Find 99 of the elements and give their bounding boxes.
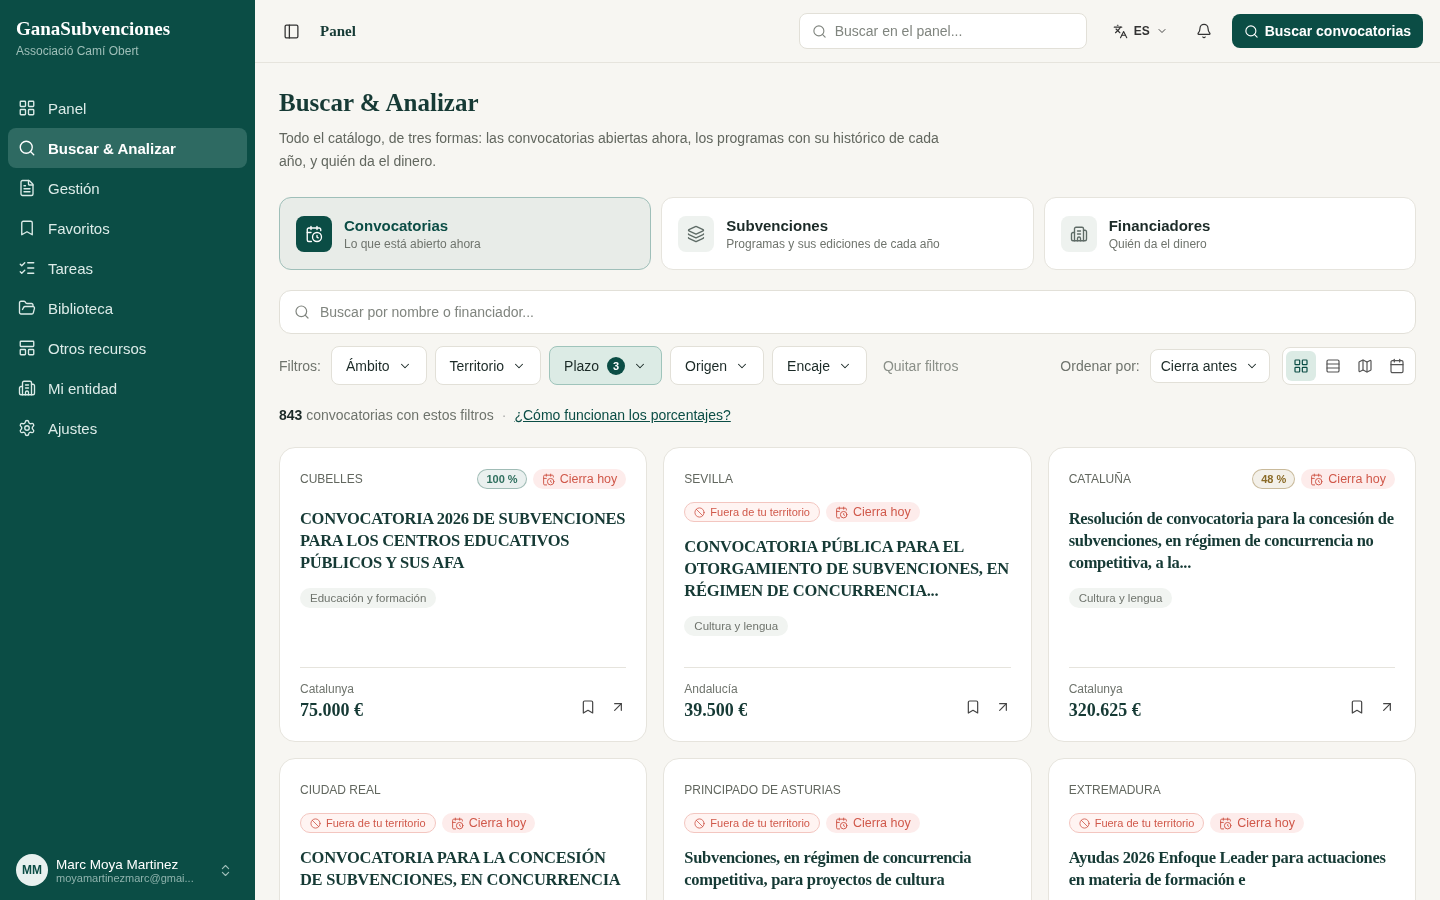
bell-icon bbox=[1195, 23, 1212, 39]
calendar-icon bbox=[1389, 357, 1405, 374]
match-score-badge: 48 % bbox=[1252, 469, 1296, 489]
grant-card[interactable]: CATALUÑA 48 % Cierra hoy Resolución de convocatoria para la concesión de subvenciones, en régimen de concurrencia no competitiva, a la... Cultura y lengua Catalunya 320.625 € bbox=[1047, 447, 1416, 742]
card-title: CONVOCATORIA PÚBLICA PARA EL OTORGAMIENTO DE SUBVENCIONES, EN RÉGIMEN DE CONCURRENCIA... bbox=[684, 536, 1010, 602]
separator-dot: · bbox=[501, 407, 507, 423]
brand-name: GanaSubvenciones bbox=[15, 18, 172, 40]
category-tag: Cultura y lengua bbox=[684, 616, 789, 636]
document-icon bbox=[18, 179, 36, 197]
grant-card[interactable]: SEVILLA Fuera de tu territorio Cierra hoy CONVOCATORIA PÚBLICA PARA EL OTORGAMIENTO DE SUBVENCIONES, EN RÉGIMEN DE CONCURRENCIA... Cultura y lengua Andalucía 39.500 € bbox=[663, 447, 1032, 742]
page-description: Todo el catálogo, de tres formas: las convocatorias abiertas ahora, los programas con su histórico de cada año, y quién da el dinero. bbox=[279, 129, 940, 171]
filter-dropdown[interactable]: Plazo 3 bbox=[549, 346, 663, 385]
territory-warning-badge: Fuera de tu territorio bbox=[300, 813, 436, 833]
card-territory: Andalucía bbox=[684, 682, 739, 696]
card-region: EXTREMADURA bbox=[1068, 783, 1161, 797]
card-amount: 39.500 € bbox=[684, 700, 748, 721]
grid-icon bbox=[18, 99, 36, 117]
rows-icon bbox=[1325, 357, 1341, 374]
category-tag: Educación y formación bbox=[300, 588, 437, 608]
bookmark-icon bbox=[1349, 699, 1365, 715]
calendar-clock-icon bbox=[296, 215, 332, 252]
help-link[interactable]: ¿Cómo funcionan los porcentajes? bbox=[514, 407, 731, 423]
layout-icon bbox=[18, 339, 36, 357]
search-icon bbox=[18, 139, 36, 157]
grant-card[interactable]: EXTREMADURA Fuera de tu territorio Cierra hoy Ayudas 2026 Enfoque Leader para actuaciones en materia de formación e bbox=[1047, 758, 1416, 900]
nav-item[interactable]: Panel bbox=[8, 88, 247, 128]
sort-dropdown[interactable]: Cierra antes bbox=[1149, 348, 1270, 383]
search-icon bbox=[811, 23, 827, 39]
match-score-badge: 100 % bbox=[477, 469, 527, 489]
deadline-badge: Cierra hoy bbox=[441, 813, 536, 833]
grant-card[interactable]: CUBELLES 100 % Cierra hoy CONVOCATORIA 2026 DE SUBVENCIONES PARA LOS CENTROS EDUCATIVOS PÚBLICOS Y SUS AFA Educación y formación Catalunya 75.000 € bbox=[279, 447, 648, 742]
settings-icon bbox=[18, 419, 36, 437]
category-tag: Cultura y lengua bbox=[1068, 588, 1173, 608]
card-region: SEVILLA bbox=[684, 472, 734, 486]
card-title: CONVOCATORIA 2026 DE SUBVENCIONES PARA LOS CENTROS EDUCATIVOS PÚBLICOS Y SUS AFA bbox=[300, 508, 627, 574]
card-title: Subvenciones, en régimen de concurrencia competitiva, para proyectos de cultura bbox=[684, 847, 973, 891]
card-amount: 75.000 € bbox=[300, 700, 363, 721]
deadline-badge: Cierra hoy bbox=[1301, 469, 1395, 489]
user-name: Marc Moya Martinez bbox=[56, 856, 180, 872]
page-title: Buscar & Analizar bbox=[279, 89, 480, 117]
mode-tab[interactable]: Convocatorias Lo que está abierto ahora bbox=[279, 197, 652, 270]
user-avatar: MM bbox=[16, 854, 48, 886]
folder-icon bbox=[18, 299, 36, 317]
breadcrumb-title: Panel bbox=[320, 22, 356, 40]
catalog-search-field[interactable]: Buscar por nombre o financiador... bbox=[279, 290, 1416, 334]
nav-item[interactable]: Biblioteca bbox=[8, 288, 247, 328]
view-mode-button[interactable] bbox=[1286, 350, 1316, 381]
card-amount: 320.625 € bbox=[1068, 700, 1141, 721]
building-icon bbox=[18, 379, 36, 397]
nav-item[interactable]: Ajustes bbox=[8, 408, 247, 448]
nav-item[interactable]: Buscar & Analizar bbox=[8, 128, 247, 168]
bookmark-button[interactable] bbox=[1349, 699, 1365, 715]
mode-tab[interactable]: Subvenciones Programas y sus ediciones de cada año bbox=[661, 197, 1034, 270]
card-title: Resolución de convocatoria para la concesión de subvenciones, en régimen de concurrencia no competitiva, a la... bbox=[1068, 508, 1395, 574]
bookmark-icon bbox=[18, 219, 36, 237]
sort-label: Ordenar por: bbox=[1060, 357, 1140, 374]
search-icon bbox=[1243, 23, 1259, 39]
panel-left-icon bbox=[283, 22, 300, 40]
user-email: moyamartinezmarc@gmai... bbox=[56, 871, 194, 884]
language-selector[interactable]: ES bbox=[1104, 19, 1176, 43]
territory-warning-badge: Fuera de tu territorio bbox=[1068, 813, 1205, 833]
deadline-badge: Cierra hoy bbox=[532, 469, 627, 489]
nav-item[interactable]: Otros recursos bbox=[8, 328, 247, 368]
territory-warning-badge: Fuera de tu territorio bbox=[684, 813, 820, 833]
card-region: PRINCIPADO DE ASTURIAS bbox=[684, 783, 841, 797]
search-grants-button[interactable]: Buscar convocatorias bbox=[1231, 14, 1423, 48]
territory-warning-badge: Fuera de tu territorio bbox=[684, 502, 820, 522]
deadline-badge: Cierra hoy bbox=[826, 813, 920, 833]
card-region: CUBELLES bbox=[300, 472, 363, 486]
card-title: CONVOCATORIA PARA LA CONCESIÓN DE SUBVENCIONES, EN CONCURRENCIA bbox=[300, 847, 622, 891]
nav-item[interactable]: Gestión bbox=[8, 168, 247, 208]
deadline-badge: Cierra hoy bbox=[826, 502, 920, 522]
organization-name: Associació Camí Obert bbox=[15, 43, 140, 58]
search-field[interactable]: Buscar en el panel... bbox=[798, 13, 1087, 49]
grant-card[interactable]: PRINCIPADO DE ASTURIAS Fuera de tu territorio Cierra hoy Subvenciones, en régimen de concurrencia competitiva, para proyectos de cultura bbox=[663, 758, 1032, 900]
map-icon bbox=[1357, 357, 1373, 374]
filter-dropdown[interactable]: Origen bbox=[670, 346, 765, 385]
filter-dropdown[interactable]: Encaje bbox=[772, 346, 867, 385]
nav-item[interactable]: Mi entidad bbox=[8, 368, 247, 408]
deadline-badge: Cierra hoy bbox=[1210, 813, 1304, 833]
card-territory: Catalunya bbox=[1068, 682, 1124, 696]
mode-tab[interactable]: Financiadores Quién da el dinero bbox=[1043, 197, 1416, 270]
card-region: CIUDAD REAL bbox=[300, 783, 381, 797]
nav-item[interactable]: Tareas bbox=[8, 248, 247, 288]
checklist-icon bbox=[18, 259, 36, 277]
layers-icon bbox=[678, 215, 715, 252]
card-territory: Catalunya bbox=[300, 682, 356, 696]
results-count: 843 convocatorias con estos filtros bbox=[279, 407, 494, 423]
nav-item[interactable]: Favoritos bbox=[8, 208, 247, 248]
filter-dropdown[interactable]: Territorio bbox=[434, 346, 542, 385]
translate-icon bbox=[1112, 23, 1128, 39]
search-icon bbox=[294, 304, 310, 320]
grid-icon bbox=[1293, 357, 1309, 374]
filter-dropdown[interactable]: Ámbito bbox=[331, 346, 427, 385]
grant-card[interactable]: CIUDAD REAL Fuera de tu territorio Cierra hoy CONVOCATORIA PARA LA CONCESIÓN DE SUBVENCIONES, EN CONCURRENCIA bbox=[279, 758, 648, 900]
card-region: CATALUÑA bbox=[1068, 472, 1131, 486]
card-title: Ayudas 2026 Enfoque Leader para actuaciones en materia de formación e bbox=[1068, 847, 1387, 891]
building-icon bbox=[1060, 215, 1097, 252]
filters-label: Filtros: bbox=[279, 357, 321, 374]
